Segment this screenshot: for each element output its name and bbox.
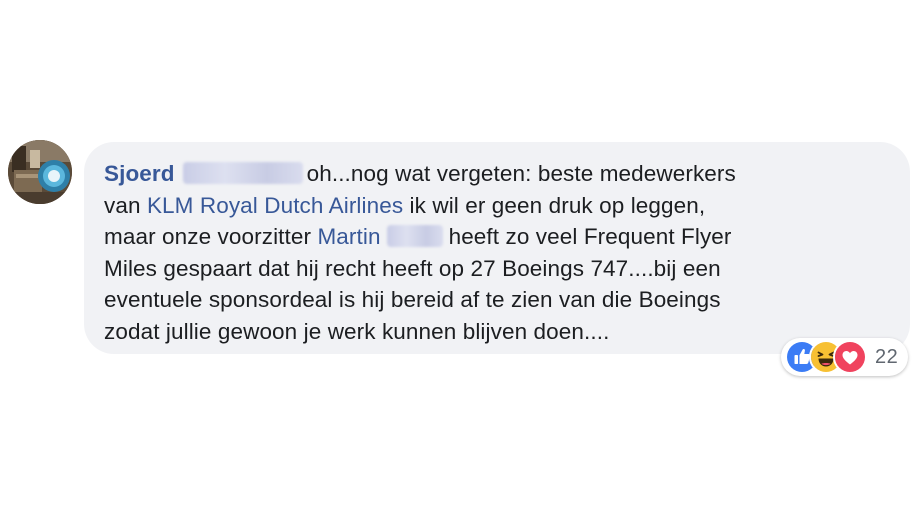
comment-bubble: Sjoerd oh...nog wat vergeten: beste medew… bbox=[84, 142, 910, 354]
comment-text-segment: oh...nog wat vergeten: beste medewerkers bbox=[306, 161, 736, 186]
mention-klm[interactable]: KLM Royal Dutch Airlines bbox=[147, 193, 403, 218]
avatar-photo bbox=[8, 140, 72, 204]
comment-text-segment: van bbox=[104, 192, 141, 218]
comment-text-segment: ik wil er geen druk op leggen, bbox=[409, 192, 706, 218]
comment-thread: Sjoerd oh...nog wat vergeten: beste medew… bbox=[0, 0, 920, 518]
comment-line-6: zodat jullie gewoon je werk kunnen blijv… bbox=[104, 316, 890, 348]
comment-text-segment: zodat jullie gewoon je werk kunnen blijv… bbox=[104, 318, 610, 344]
love-icon bbox=[833, 340, 867, 374]
reaction-count: 22 bbox=[875, 345, 899, 368]
redacted-surname bbox=[182, 162, 303, 184]
comment-line-3: maar onze voorzitter Martin heeft zo veel… bbox=[104, 221, 890, 253]
avatar[interactable] bbox=[8, 140, 72, 204]
comment-text-segment: maar onze voorzitter bbox=[104, 224, 312, 249]
comment-text-segment: heeft zo veel Frequent Flyer bbox=[448, 224, 732, 249]
comment-line-2: van KLM Royal Dutch Airlines ik wil er g… bbox=[104, 190, 890, 222]
comment-text-segment: Miles gespaart dat hij recht heeft op 27… bbox=[104, 255, 721, 281]
comment-line-4: Miles gespaart dat hij recht heeft op 27… bbox=[104, 253, 890, 285]
comment-line-1: Sjoerd oh...nog wat vergeten: beste medew… bbox=[104, 158, 890, 190]
author-name[interactable]: Sjoerd bbox=[104, 161, 175, 186]
redacted-surname bbox=[386, 225, 443, 247]
comment-line-5: eventuele sponsordeal is hij bereid af t… bbox=[104, 284, 890, 316]
comment-text-segment: eventuele sponsordeal is hij bereid af t… bbox=[104, 287, 721, 312]
comment-body: Sjoerd oh...nog wat vergeten: beste medew… bbox=[104, 158, 890, 347]
mention-martin[interactable]: Martin bbox=[317, 224, 380, 249]
reactions-summary[interactable]: 22 bbox=[781, 338, 909, 376]
